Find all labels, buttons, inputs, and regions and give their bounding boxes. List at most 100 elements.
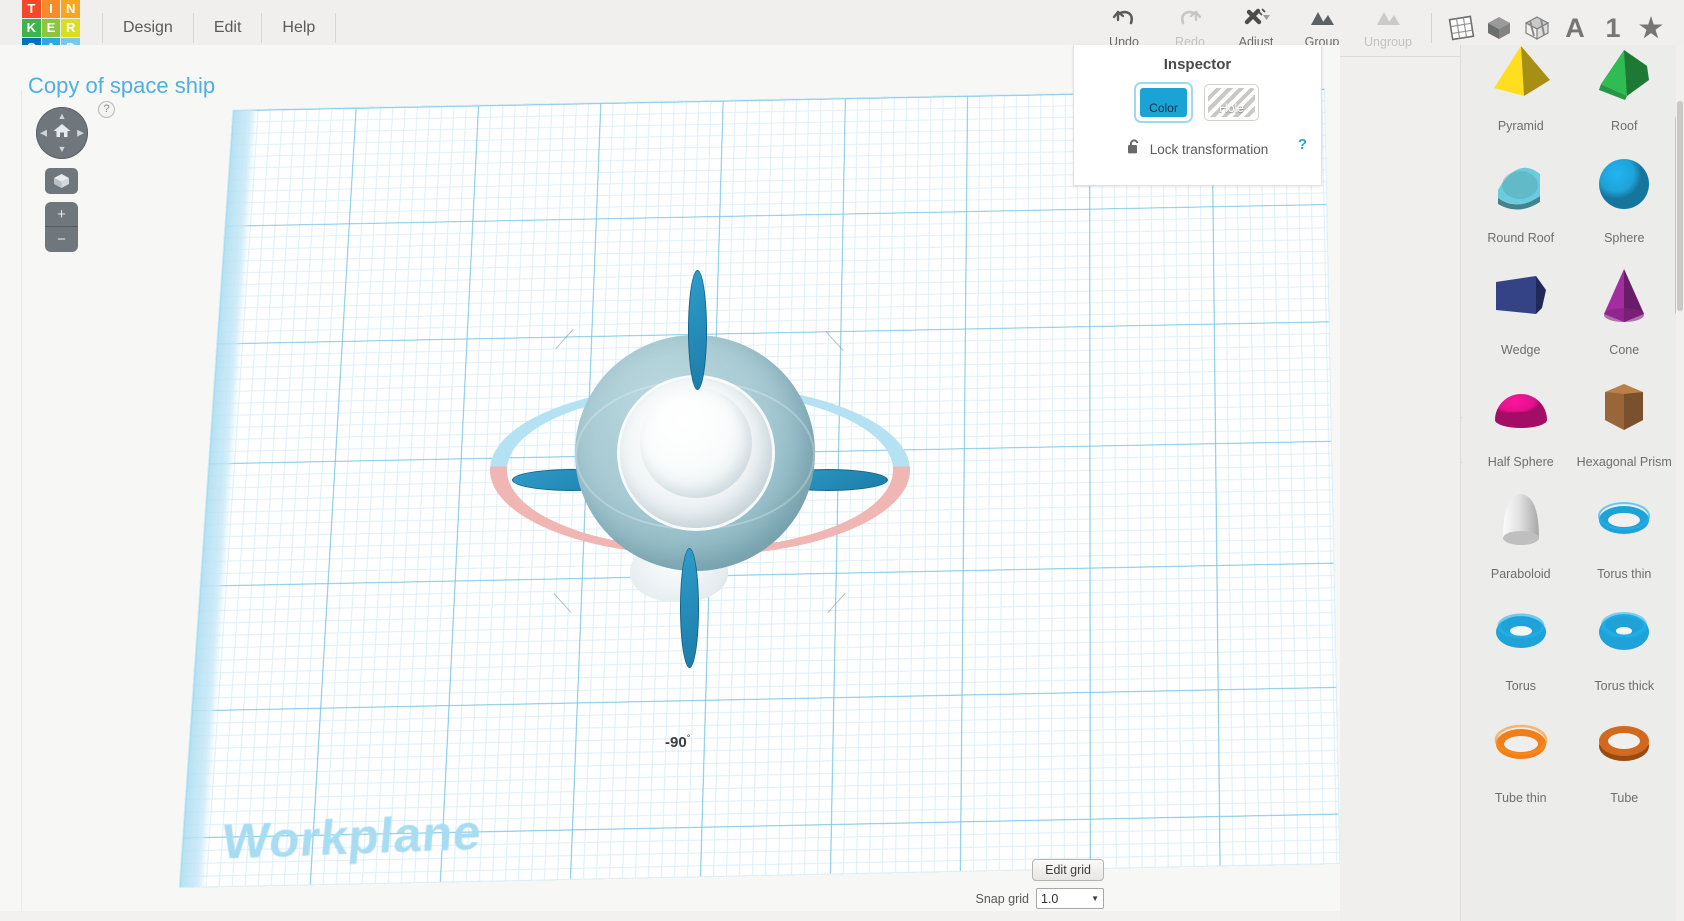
shape-item-sphere[interactable]: Sphere	[1573, 139, 1677, 251]
edit-grid-button[interactable]: Edit grid	[1032, 859, 1104, 881]
toolbar-divider	[1431, 13, 1432, 43]
shape-item-torus-thin[interactable]: Torus thin	[1573, 475, 1677, 587]
shape-label: Hexagonal Prism	[1576, 455, 1672, 469]
orbit-right-arrow-icon[interactable]: ▶	[77, 128, 84, 138]
tube-thin-icon	[1469, 699, 1573, 789]
shape-item-torus-thick[interactable]: Torus thick	[1573, 587, 1677, 699]
ship-fin-bottom	[680, 548, 699, 668]
shape-item-half-sphere[interactable]: Half Sphere	[1469, 363, 1573, 475]
inspector-swatches: Color Hole ?	[1074, 84, 1321, 153]
roof-icon	[1573, 45, 1677, 117]
shape-label: Tube thin	[1494, 791, 1547, 805]
ship-dome	[640, 388, 752, 498]
shape-item-cone[interactable]: Cone	[1573, 251, 1677, 363]
page-title[interactable]: Copy of space ship	[28, 73, 215, 99]
rotation-tick	[825, 331, 844, 351]
redo-button[interactable]: Redo	[1157, 0, 1223, 52]
chevron-down-icon: ▼	[1091, 894, 1099, 903]
logo-tile-k: K	[22, 18, 41, 38]
inspector-title: Inspector	[1163, 56, 1232, 73]
adjust-icon	[1241, 6, 1271, 30]
transparent-cube-icon[interactable]	[1518, 6, 1556, 51]
hole-swatch-label: Hole	[1208, 88, 1255, 117]
menu-item-design[interactable]: Design	[102, 13, 194, 43]
shape-label: Wedge	[1501, 343, 1541, 357]
shape-label: Torus thin	[1597, 567, 1652, 581]
sphere-icon	[1573, 139, 1677, 229]
zoom-controls: + −	[45, 202, 78, 252]
snap-grid-select[interactable]: 1.0 ▼	[1036, 888, 1104, 909]
rotation-tick	[827, 593, 846, 613]
shape-label: Roof	[1611, 119, 1638, 133]
orbit-left-arrow-icon[interactable]: ◀	[40, 128, 47, 138]
menu-item-help[interactable]: Help	[262, 13, 337, 43]
snap-grid-label: Snap grid	[975, 891, 1029, 906]
inspector-help-icon[interactable]: ?	[1298, 136, 1307, 153]
shape-item-hexagonal-prism[interactable]: Hexagonal Prism	[1573, 363, 1677, 475]
logo-tile-r: R	[61, 18, 80, 38]
canvas-bottom-rail	[0, 911, 1340, 921]
shape-item-pyramid[interactable]: Pyramid	[1469, 45, 1573, 139]
solid-cube-icon[interactable]	[1480, 6, 1518, 51]
shape-item-roof[interactable]: Roof	[1573, 45, 1677, 139]
shape-label: Paraboloid	[1490, 567, 1551, 581]
zoom-out-button[interactable]: −	[45, 227, 78, 252]
shape-item-wedge[interactable]: Wedge	[1469, 251, 1573, 363]
text-shape-icon[interactable]: A	[1556, 6, 1594, 51]
hole-swatch-button[interactable]: Hole	[1204, 84, 1259, 121]
group-button[interactable]: Group	[1289, 0, 1355, 52]
menu-item-edit[interactable]: Edit	[194, 13, 263, 43]
rotation-tick	[553, 593, 572, 613]
view-orbit-control[interactable]: ▲ ▼ ◀ ▶	[36, 107, 88, 159]
orbit-up-arrow-icon[interactable]: ▲	[58, 112, 67, 121]
degree-symbol: °	[686, 733, 691, 743]
canvas-left-rail	[0, 90, 22, 921]
torus-thin-icon	[1573, 475, 1677, 565]
view-help-icon[interactable]: ?	[98, 101, 115, 118]
torus-icon	[1469, 587, 1573, 677]
undo-icon	[1111, 6, 1137, 30]
shape-item-tube-thin[interactable]: Tube thin	[1469, 699, 1573, 811]
page-scrollbar-thumb[interactable]	[1677, 101, 1683, 311]
torus-thick-icon	[1573, 587, 1677, 677]
shape-label: Cone	[1609, 343, 1640, 357]
lock-transformation-row[interactable]: Lock transformation	[1074, 138, 1321, 160]
page-scrollbar-track[interactable]	[1676, 45, 1684, 921]
grid-controls: Edit grid Snap grid 1.0 ▼	[975, 859, 1104, 909]
redo-icon	[1177, 6, 1203, 30]
shape-label: Half Sphere	[1487, 455, 1554, 469]
shape-label: Pyramid	[1497, 119, 1544, 133]
shape-item-paraboloid[interactable]: Paraboloid	[1469, 475, 1573, 587]
orbit-down-arrow-icon[interactable]: ▼	[58, 145, 67, 154]
adjust-button[interactable]: Adjust	[1223, 0, 1289, 52]
home-view-icon[interactable]	[53, 122, 72, 144]
favorites-star-icon[interactable]: ★	[1632, 6, 1670, 51]
color-swatch-button[interactable]: Color	[1136, 84, 1191, 121]
shape-label: Round Roof	[1487, 231, 1555, 245]
round-roof-icon	[1469, 139, 1573, 229]
ungroup-icon	[1373, 6, 1403, 30]
shape-item-torus[interactable]: Torus	[1469, 587, 1573, 699]
number-shape-icon[interactable]: 1	[1594, 6, 1632, 51]
zoom-in-button[interactable]: +	[45, 202, 78, 227]
ungroup-button[interactable]: Ungroup	[1355, 0, 1421, 52]
ungroup-label: Ungroup	[1364, 34, 1412, 49]
inspector-panel: Inspector Color Hole ? Lock transformati…	[1073, 45, 1322, 186]
snap-grid-row: Snap grid 1.0 ▼	[975, 888, 1104, 909]
rotation-tick	[555, 329, 574, 349]
ship-fin-top	[688, 270, 707, 390]
shapes-grid: Pyramid Roof Round Roof Sphere Wedge Cone Half…	[1461, 45, 1684, 811]
pyramid-icon	[1469, 45, 1573, 117]
fit-all-button[interactable]	[45, 168, 78, 194]
color-swatch-label: Color	[1140, 88, 1187, 117]
shape-item-round-roof[interactable]: Round Roof	[1469, 139, 1573, 251]
logo-tile-i: I	[41, 0, 61, 18]
workplane-icon[interactable]	[1442, 6, 1480, 51]
cone-icon	[1573, 251, 1677, 341]
selected-object-space-ship[interactable]	[490, 260, 910, 680]
shape-item-tube[interactable]: Tube	[1573, 699, 1677, 811]
hexagonal-prism-icon	[1573, 363, 1677, 453]
shape-label: Torus	[1505, 679, 1537, 693]
shapes-panel-collapse-toggle[interactable]: ❯	[1461, 417, 1462, 463]
undo-button[interactable]: Undo	[1091, 0, 1157, 52]
